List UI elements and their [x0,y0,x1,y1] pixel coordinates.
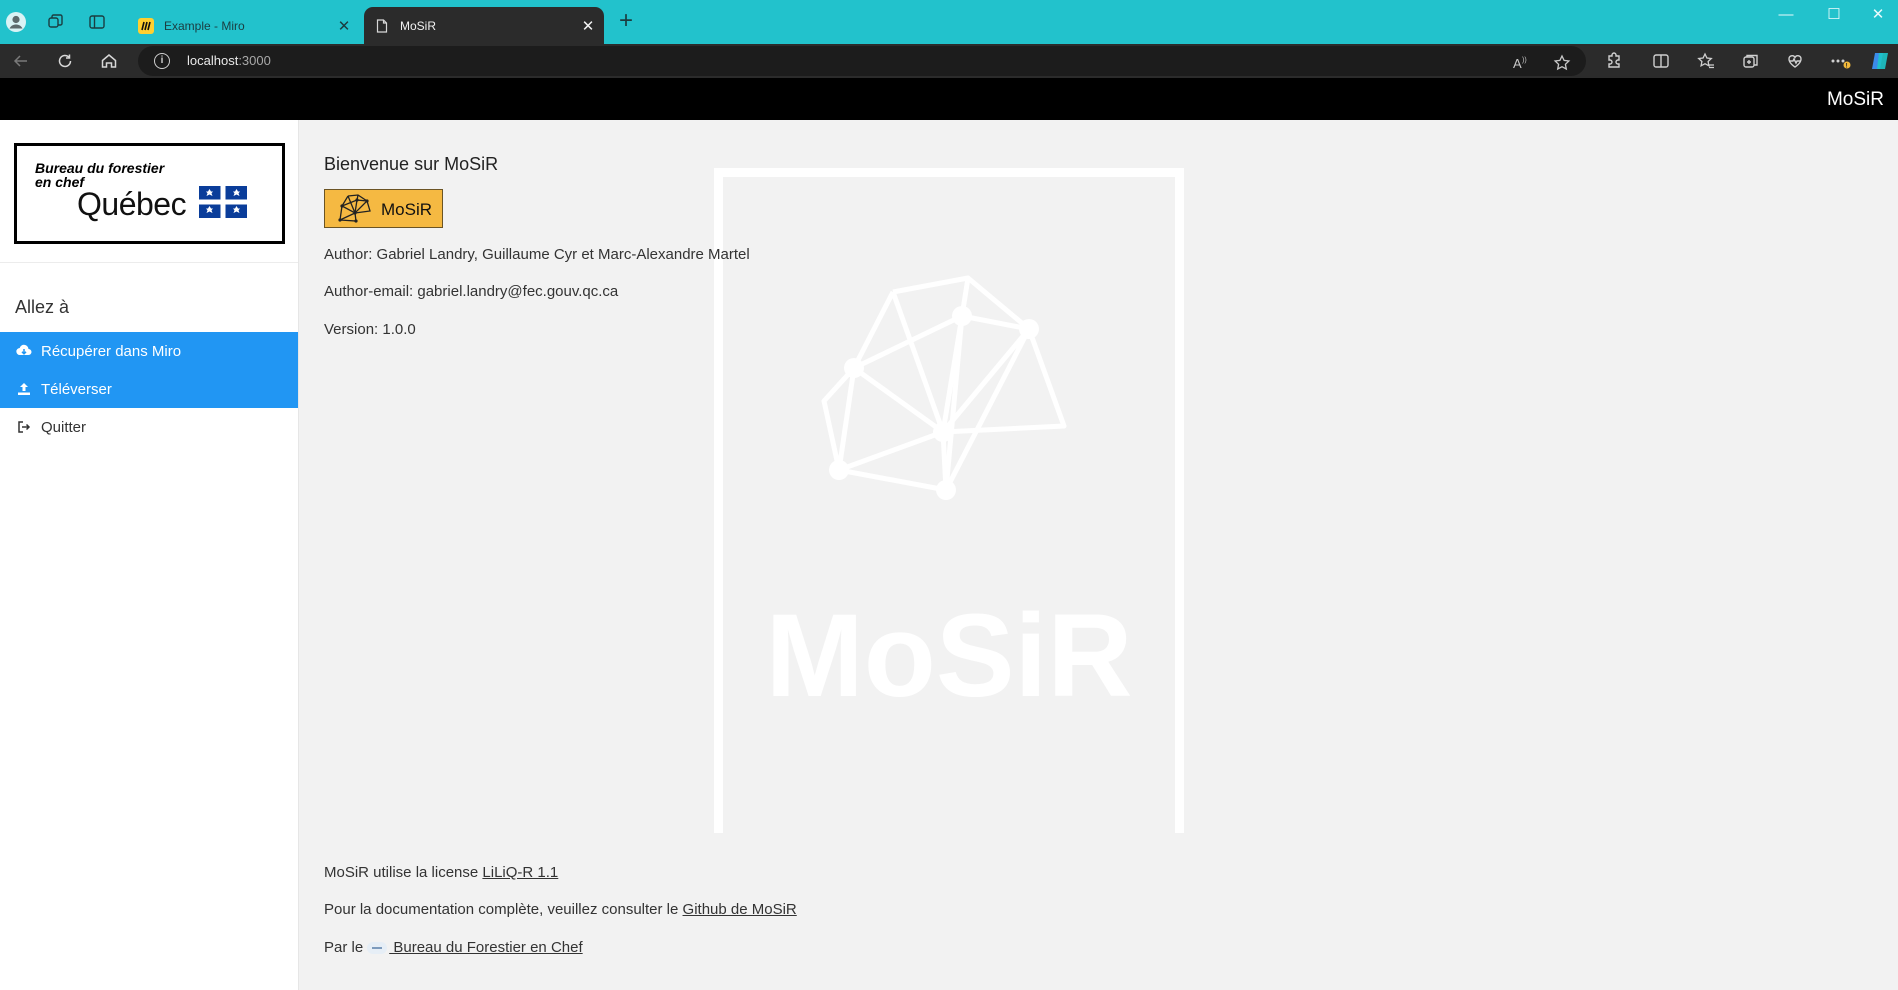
sidebar-item-recuperer[interactable]: Récupérer dans Miro [0,332,298,370]
page-favicon-icon [374,18,390,34]
sidebar-item-label: Téléverser [41,380,112,398]
quebec-flag-icon [199,186,247,218]
svg-text:A: A [1513,56,1522,71]
sidebar: Bureau du forestier en chef Québec Allez… [0,120,299,990]
mosir-watermark: MoSiR [714,168,1184,833]
version-line: Version: 1.0.0 [324,321,416,338]
read-aloud-icon[interactable]: A)) [1508,51,1532,75]
settings-more-icon[interactable]: ! [1829,49,1853,73]
bfec-link[interactable]: Bureau du Forestier en Chef [389,939,582,956]
upload-icon [16,381,32,397]
author-line: Author: Gabriel Landry, Guillaume Cyr et… [324,246,750,263]
home-icon[interactable] [97,49,121,73]
tab-title: MoSiR [400,18,437,33]
sidebar-item-quitter[interactable]: Quitter [0,408,298,446]
collections-icon[interactable] [1739,49,1763,73]
docs-line: Pour la documentation complète, veuillez… [324,901,797,918]
tab-actions-icon[interactable] [85,10,109,34]
bfec-quebec-logo: Bureau du forestier en chef Québec [14,143,285,244]
tab-title: Example - Miro [164,18,245,33]
watermark-text: MoSiR [765,590,1132,722]
favorites-icon[interactable] [1694,49,1718,73]
tab-miro[interactable]: Example - Miro ✕ [128,7,360,44]
sidebar-item-label: Quitter [41,418,87,436]
sidebar-heading: Allez à [15,297,70,317]
author-email-line: Author-email: gabriel.landry@fec.gouv.qc… [324,283,619,300]
browser-titlebar: Example - Miro ✕ MoSiR ✕ + — ☐ ✕ [0,0,1898,44]
license-link[interactable]: LiLiQ-R 1.1 [482,864,558,881]
by-line: Par le Bureau du Forestier en Chef [324,939,583,956]
bfec-small-logo-icon [367,942,388,955]
mosir-network-icon [338,194,371,223]
refresh-icon[interactable] [53,49,77,73]
sign-out-icon [16,419,32,435]
cloud-download-icon [16,343,32,359]
page-title: Bienvenue sur MoSiR [324,154,499,174]
sidebar-item-label: Récupérer dans Miro [41,342,182,360]
split-screen-icon[interactable] [1649,49,1673,73]
close-tab-icon[interactable]: ✕ [334,17,354,35]
back-icon[interactable] [9,49,33,73]
minimize-icon[interactable]: — [1764,4,1808,26]
svg-text:!: ! [1846,64,1848,70]
browser-toolbar: i localhost:3000 A)) ! [0,44,1898,78]
copilot-icon[interactable] [1868,49,1892,73]
address-bar[interactable]: i localhost:3000 A)) [138,46,1586,76]
mosir-badge: MoSiR [324,189,443,228]
app-header: MoSiR [0,78,1898,120]
sidebar-divider [0,262,298,263]
svg-text:)): )) [1522,57,1527,64]
new-tab-button[interactable]: + [614,9,638,34]
tab-mosir[interactable]: MoSiR ✕ [364,7,604,44]
app-brand: MoSiR [1826,89,1884,110]
favorite-star-icon[interactable] [1550,51,1574,75]
sidebar-item-televerser[interactable]: Téléverser [0,370,298,408]
close-tab-icon[interactable]: ✕ [578,17,598,35]
github-link[interactable]: Github de MoSiR [683,901,797,918]
miro-favicon-icon [138,17,154,34]
license-line: MoSiR utilise la license LiLiQ-R 1.1 [324,864,559,881]
profile-icon[interactable] [4,10,28,34]
site-info-icon[interactable]: i [154,53,170,69]
close-window-icon[interactable]: ✕ [1856,4,1898,26]
badge-label: MoSiR [381,200,433,219]
maximize-icon[interactable]: ☐ [1812,4,1856,26]
workspaces-icon[interactable] [44,10,68,34]
url-text[interactable]: localhost:3000 [187,53,271,68]
extensions-icon[interactable] [1602,49,1626,73]
browser-essentials-icon[interactable] [1783,49,1807,73]
main-content: MoSiR Bienvenue sur MoSiR MoSiR Author: … [299,120,1898,990]
